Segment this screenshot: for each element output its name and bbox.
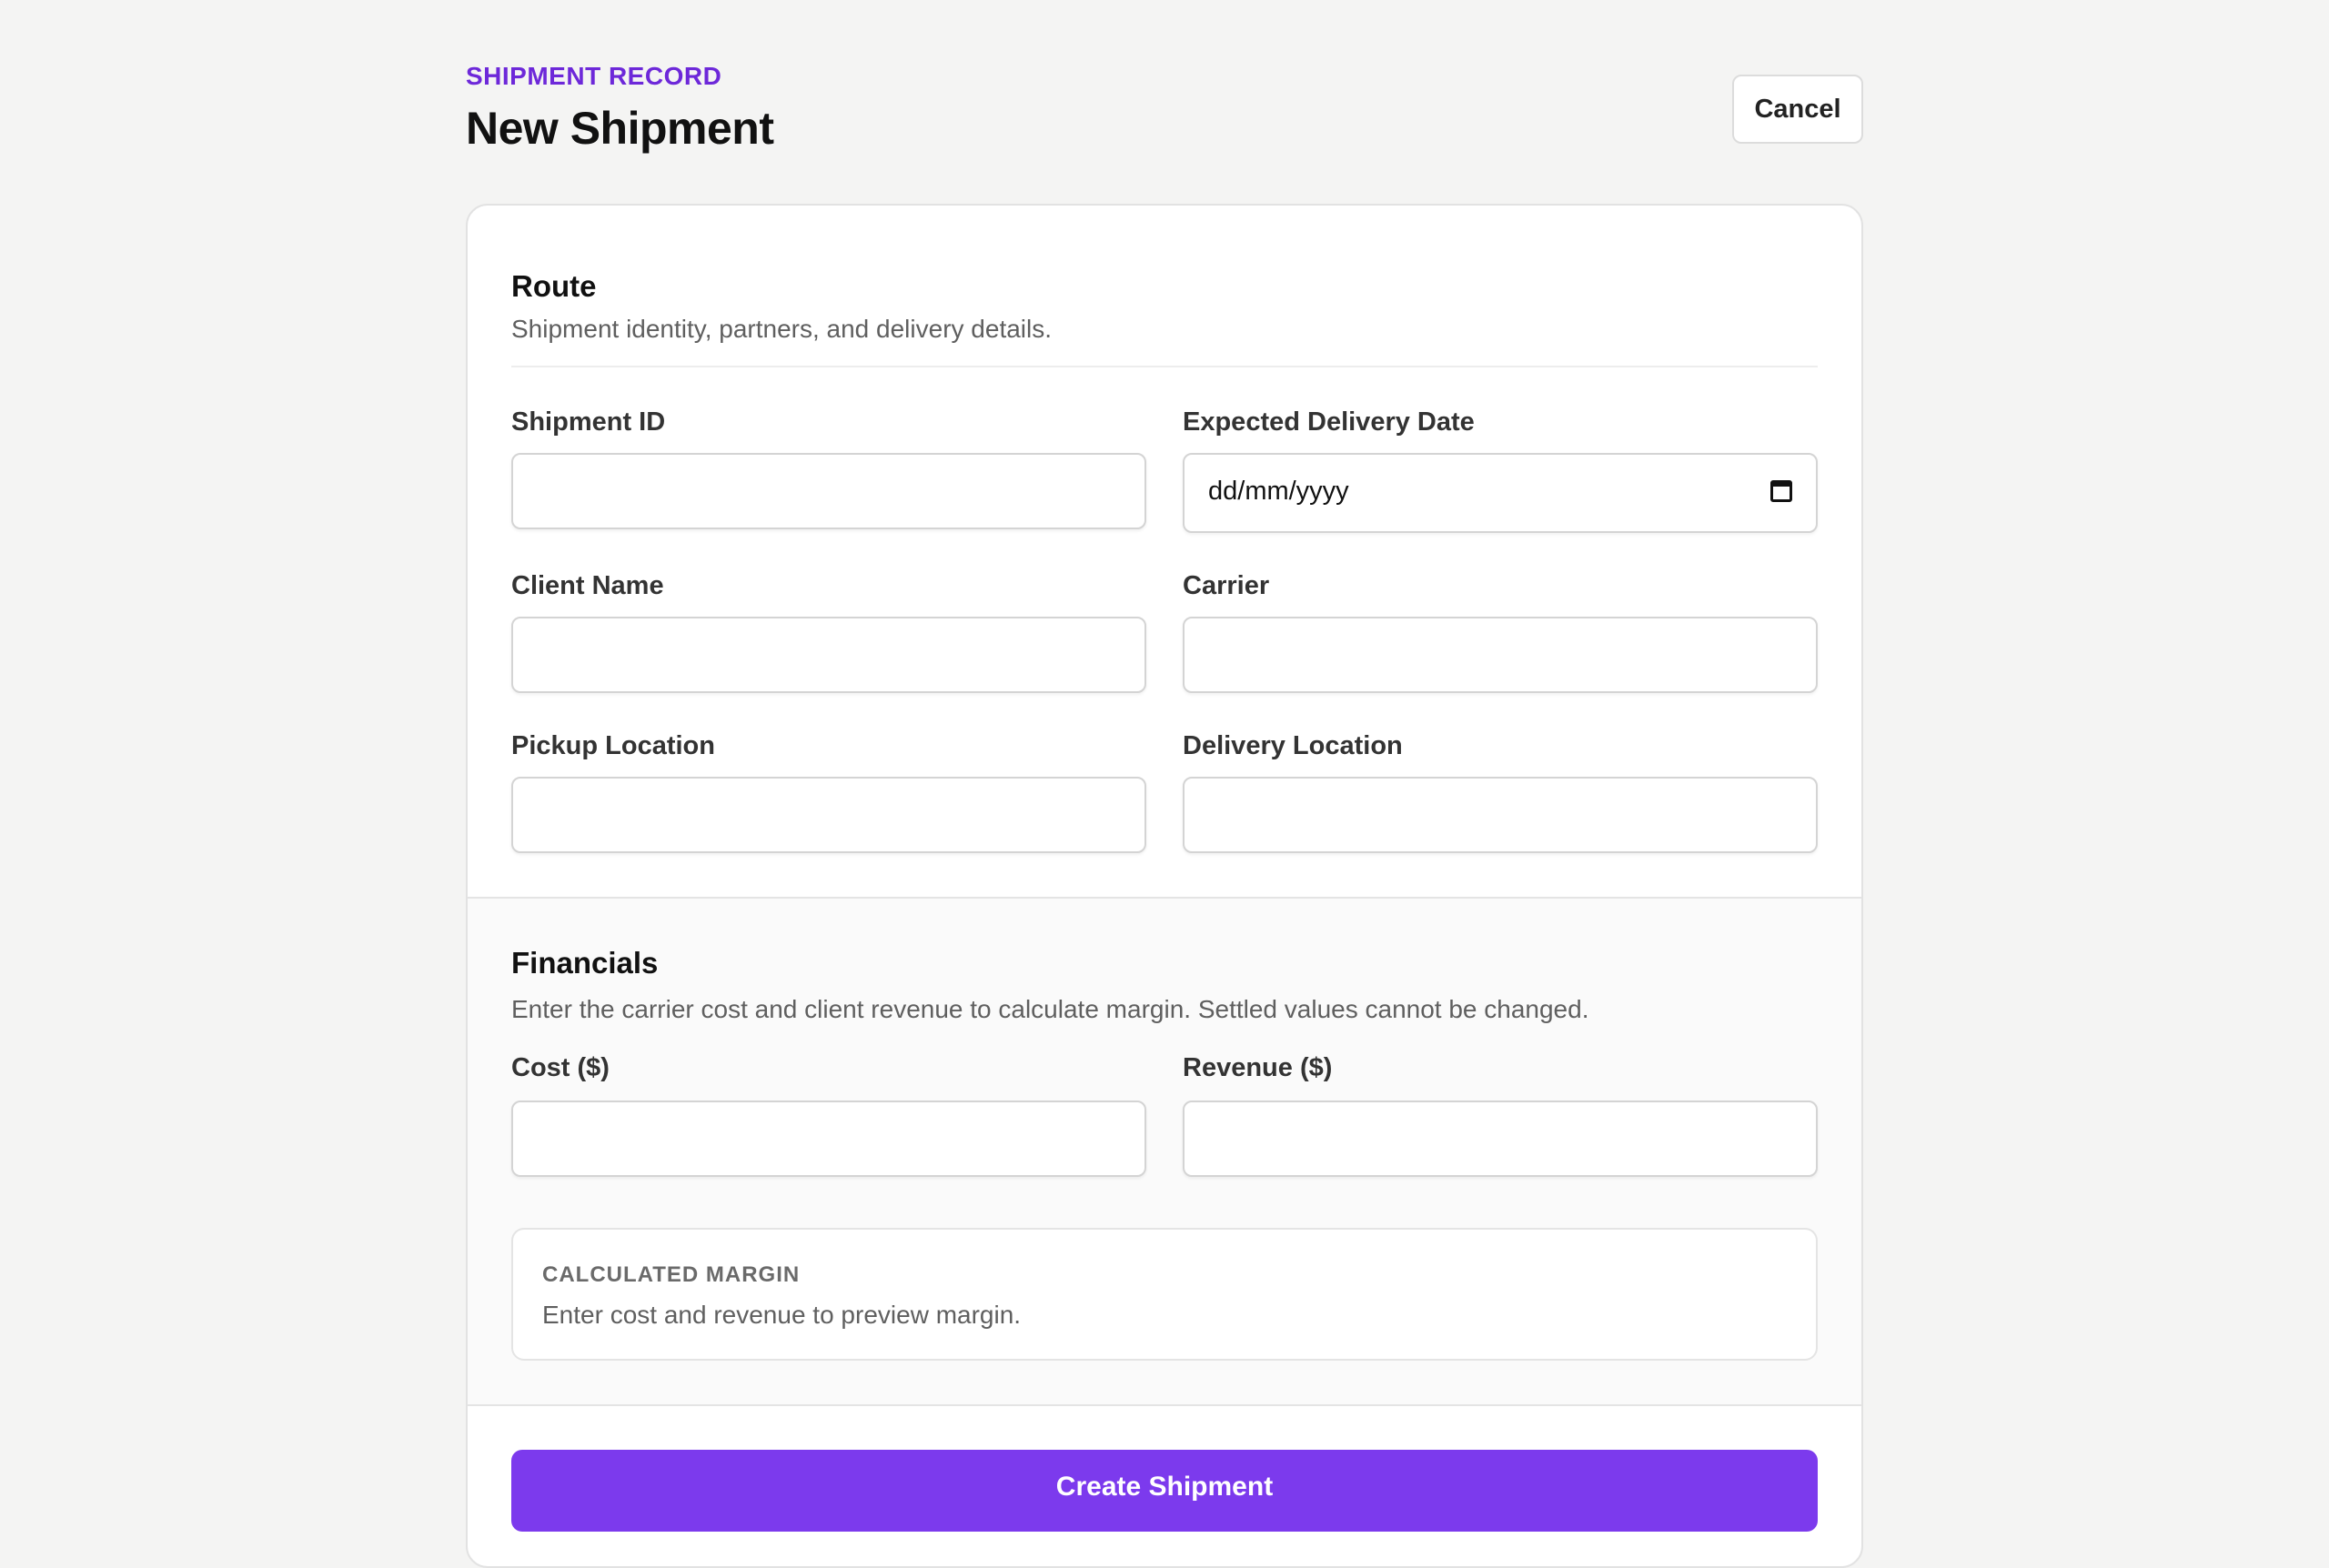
page-title: New Shipment xyxy=(466,103,774,154)
delivery-location-label: Delivery Location xyxy=(1183,731,1403,760)
route-section: Route Shipment identity, partners, and d… xyxy=(468,206,1861,897)
cancel-button[interactable]: Cancel xyxy=(1732,75,1863,144)
cost-label: Cost ($) xyxy=(511,1053,610,1082)
carrier-label: Carrier xyxy=(1183,571,1270,600)
financials-section-description: Enter the carrier cost and client revenu… xyxy=(511,995,1589,1023)
expected-delivery-date-input[interactable]: dd/mm/yyyy xyxy=(1183,453,1818,533)
financials-section-title: Financials xyxy=(511,946,659,980)
calculated-margin-label: CALCULATED MARGIN xyxy=(542,1262,801,1287)
revenue-input[interactable] xyxy=(1183,1101,1818,1177)
revenue-label: Revenue ($) xyxy=(1183,1053,1333,1082)
calendar-icon[interactable] xyxy=(1770,480,1792,502)
shipment-form-card: Route Shipment identity, partners, and d… xyxy=(466,204,1863,1568)
delivery-location-input[interactable] xyxy=(1183,777,1818,853)
page: SHIPMENT RECORD New Shipment Cancel Rout… xyxy=(466,0,1863,1568)
section-divider xyxy=(511,366,1818,367)
calculated-margin-text: Enter cost and revenue to preview margin… xyxy=(542,1301,1022,1329)
page-header: SHIPMENT RECORD New Shipment Cancel xyxy=(466,0,1863,204)
client-name-label: Client Name xyxy=(511,571,664,600)
route-section-description: Shipment identity, partners, and deliver… xyxy=(511,315,1053,343)
pickup-location-input[interactable] xyxy=(511,777,1146,853)
pickup-location-label: Pickup Location xyxy=(511,731,715,760)
page-eyebrow: SHIPMENT RECORD xyxy=(466,62,722,90)
shipment-id-input[interactable] xyxy=(511,453,1146,529)
route-section-title: Route xyxy=(511,269,597,303)
expected-delivery-date-label: Expected Delivery Date xyxy=(1183,407,1475,437)
date-placeholder: dd/mm/yyyy xyxy=(1208,477,1349,506)
shipment-id-label: Shipment ID xyxy=(511,407,666,437)
create-shipment-button[interactable]: Create Shipment xyxy=(511,1450,1818,1532)
financials-section: Financials Enter the carrier cost and cl… xyxy=(468,897,1861,1406)
carrier-input[interactable] xyxy=(1183,617,1818,693)
client-name-input[interactable] xyxy=(511,617,1146,693)
calculated-margin-panel: CALCULATED MARGIN Enter cost and revenue… xyxy=(511,1228,1818,1361)
cost-input[interactable] xyxy=(511,1101,1146,1177)
